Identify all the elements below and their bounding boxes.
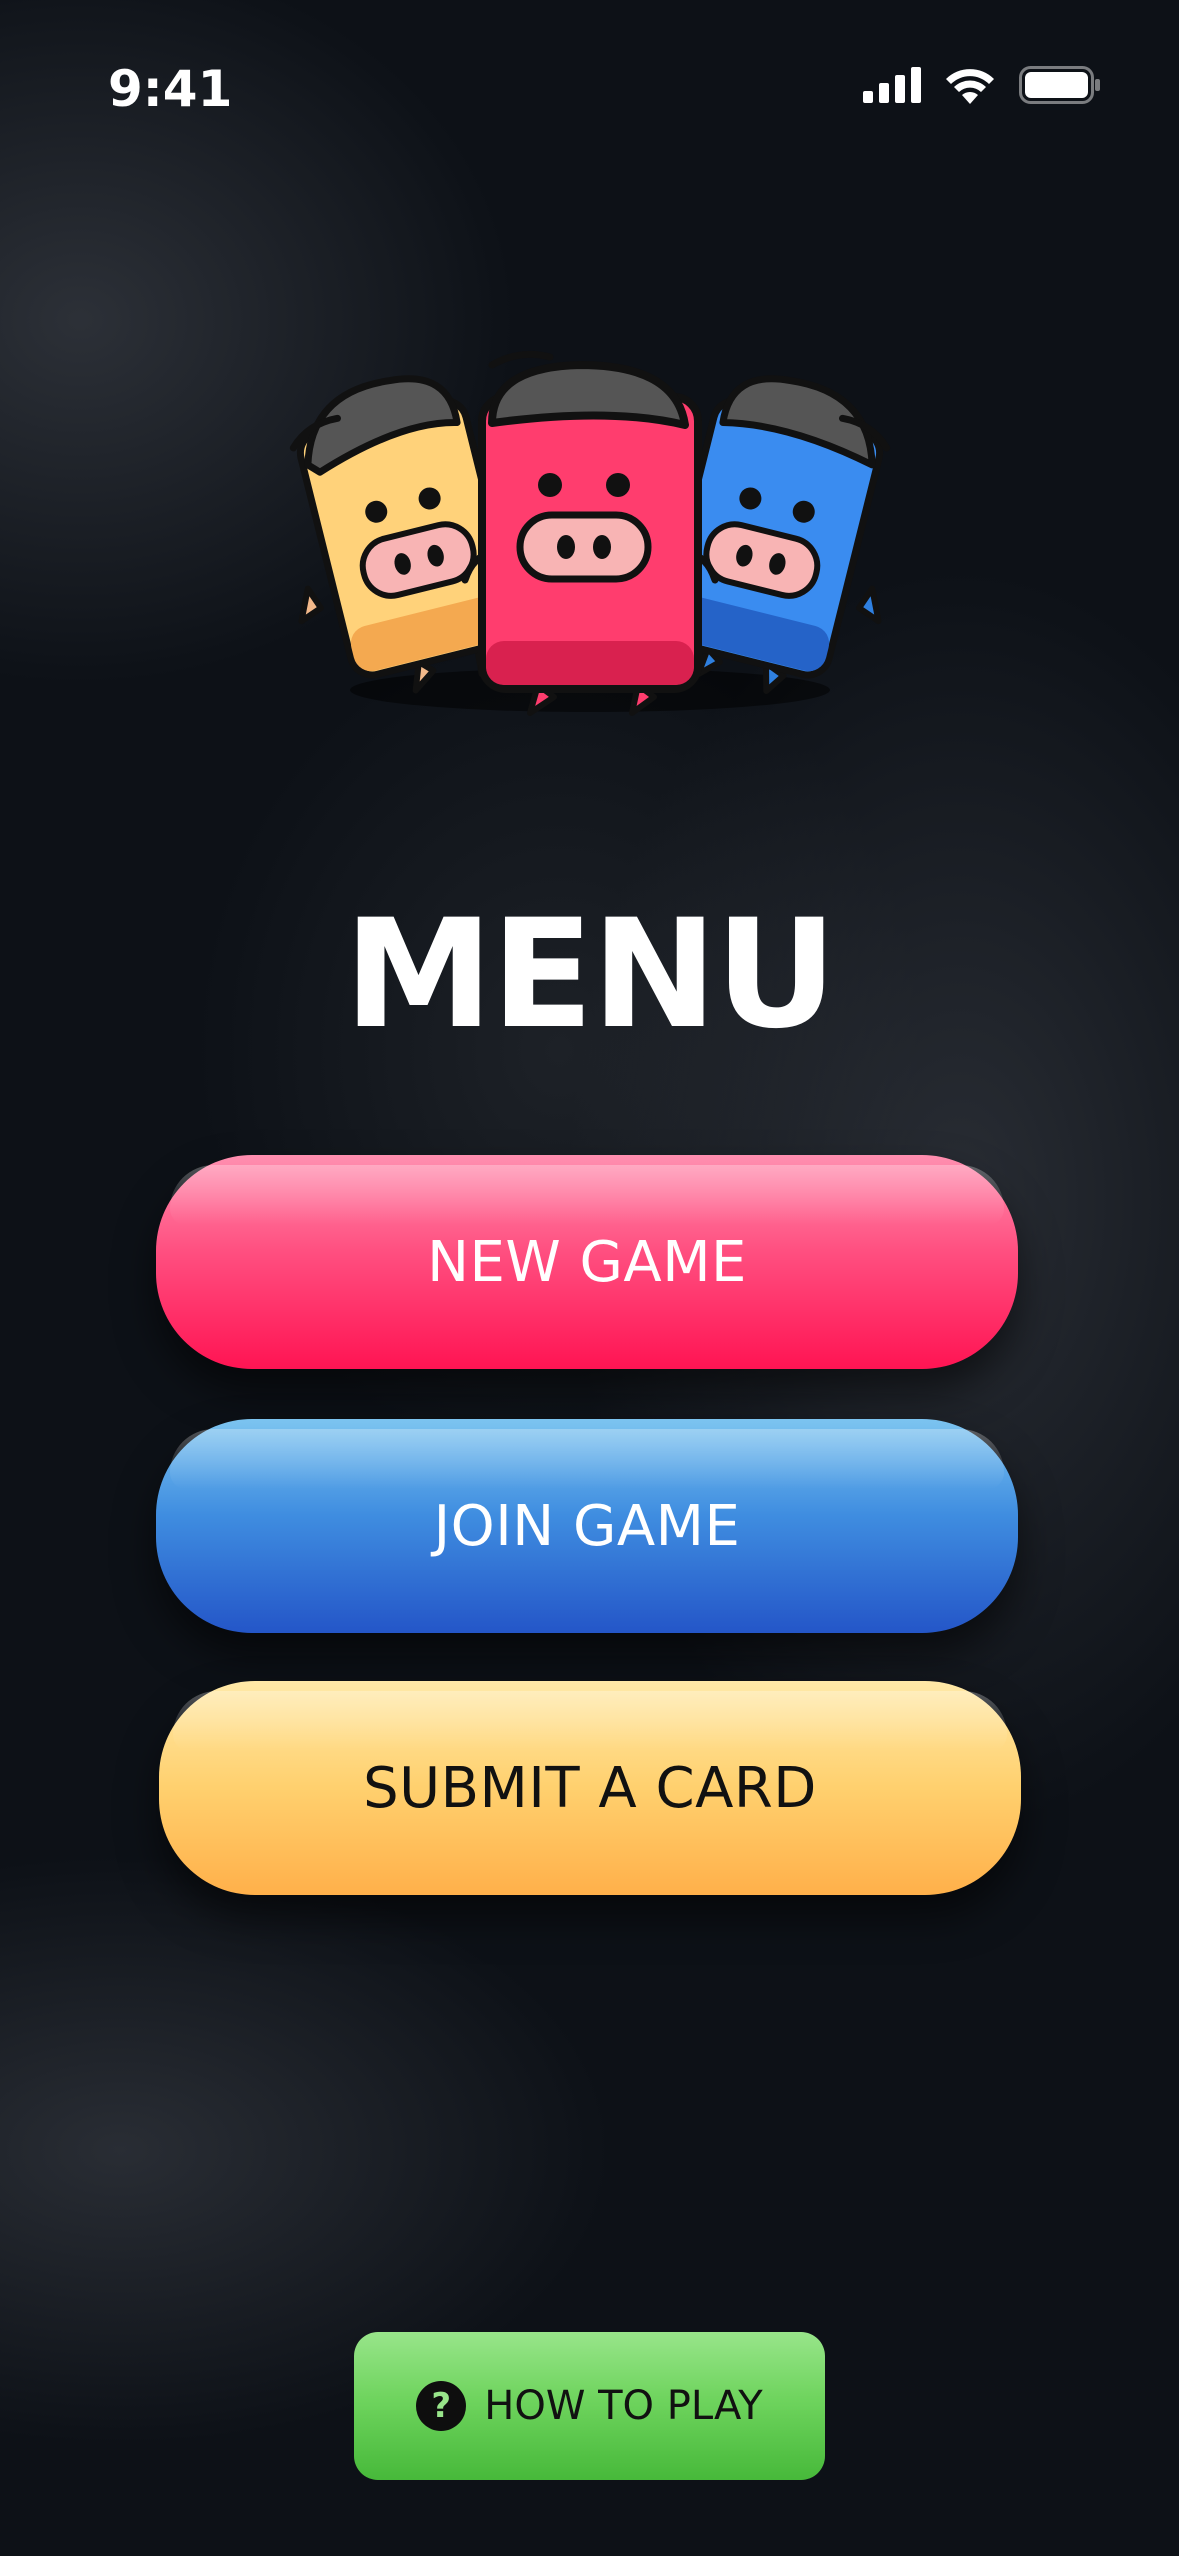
status-bar: 9:41 [0, 0, 1179, 150]
wifi-icon [946, 69, 994, 104]
mascot-illustration [289, 350, 891, 716]
join-game-button[interactable]: JOIN GAME [156, 1419, 1018, 1633]
question-icon: ? [416, 2381, 467, 2431]
submit-card-label: SUBMIT A CARD [363, 1755, 817, 1821]
signal-icon [863, 67, 921, 103]
pink-card-character [461, 350, 719, 716]
page-title: MENU [343, 888, 837, 1062]
status-icons [863, 66, 1101, 104]
new-game-label: NEW GAME [427, 1229, 747, 1295]
battery-icon [1019, 66, 1100, 104]
submit-card-button[interactable]: SUBMIT A CARD [159, 1681, 1021, 1895]
how-to-play-button[interactable]: ? HOW TO PLAY [354, 2332, 825, 2480]
join-game-label: JOIN GAME [433, 1493, 741, 1559]
how-to-play-label: HOW TO PLAY [484, 2383, 763, 2429]
status-time: 9:41 [108, 60, 233, 118]
new-game-button[interactable]: NEW GAME [156, 1155, 1018, 1369]
